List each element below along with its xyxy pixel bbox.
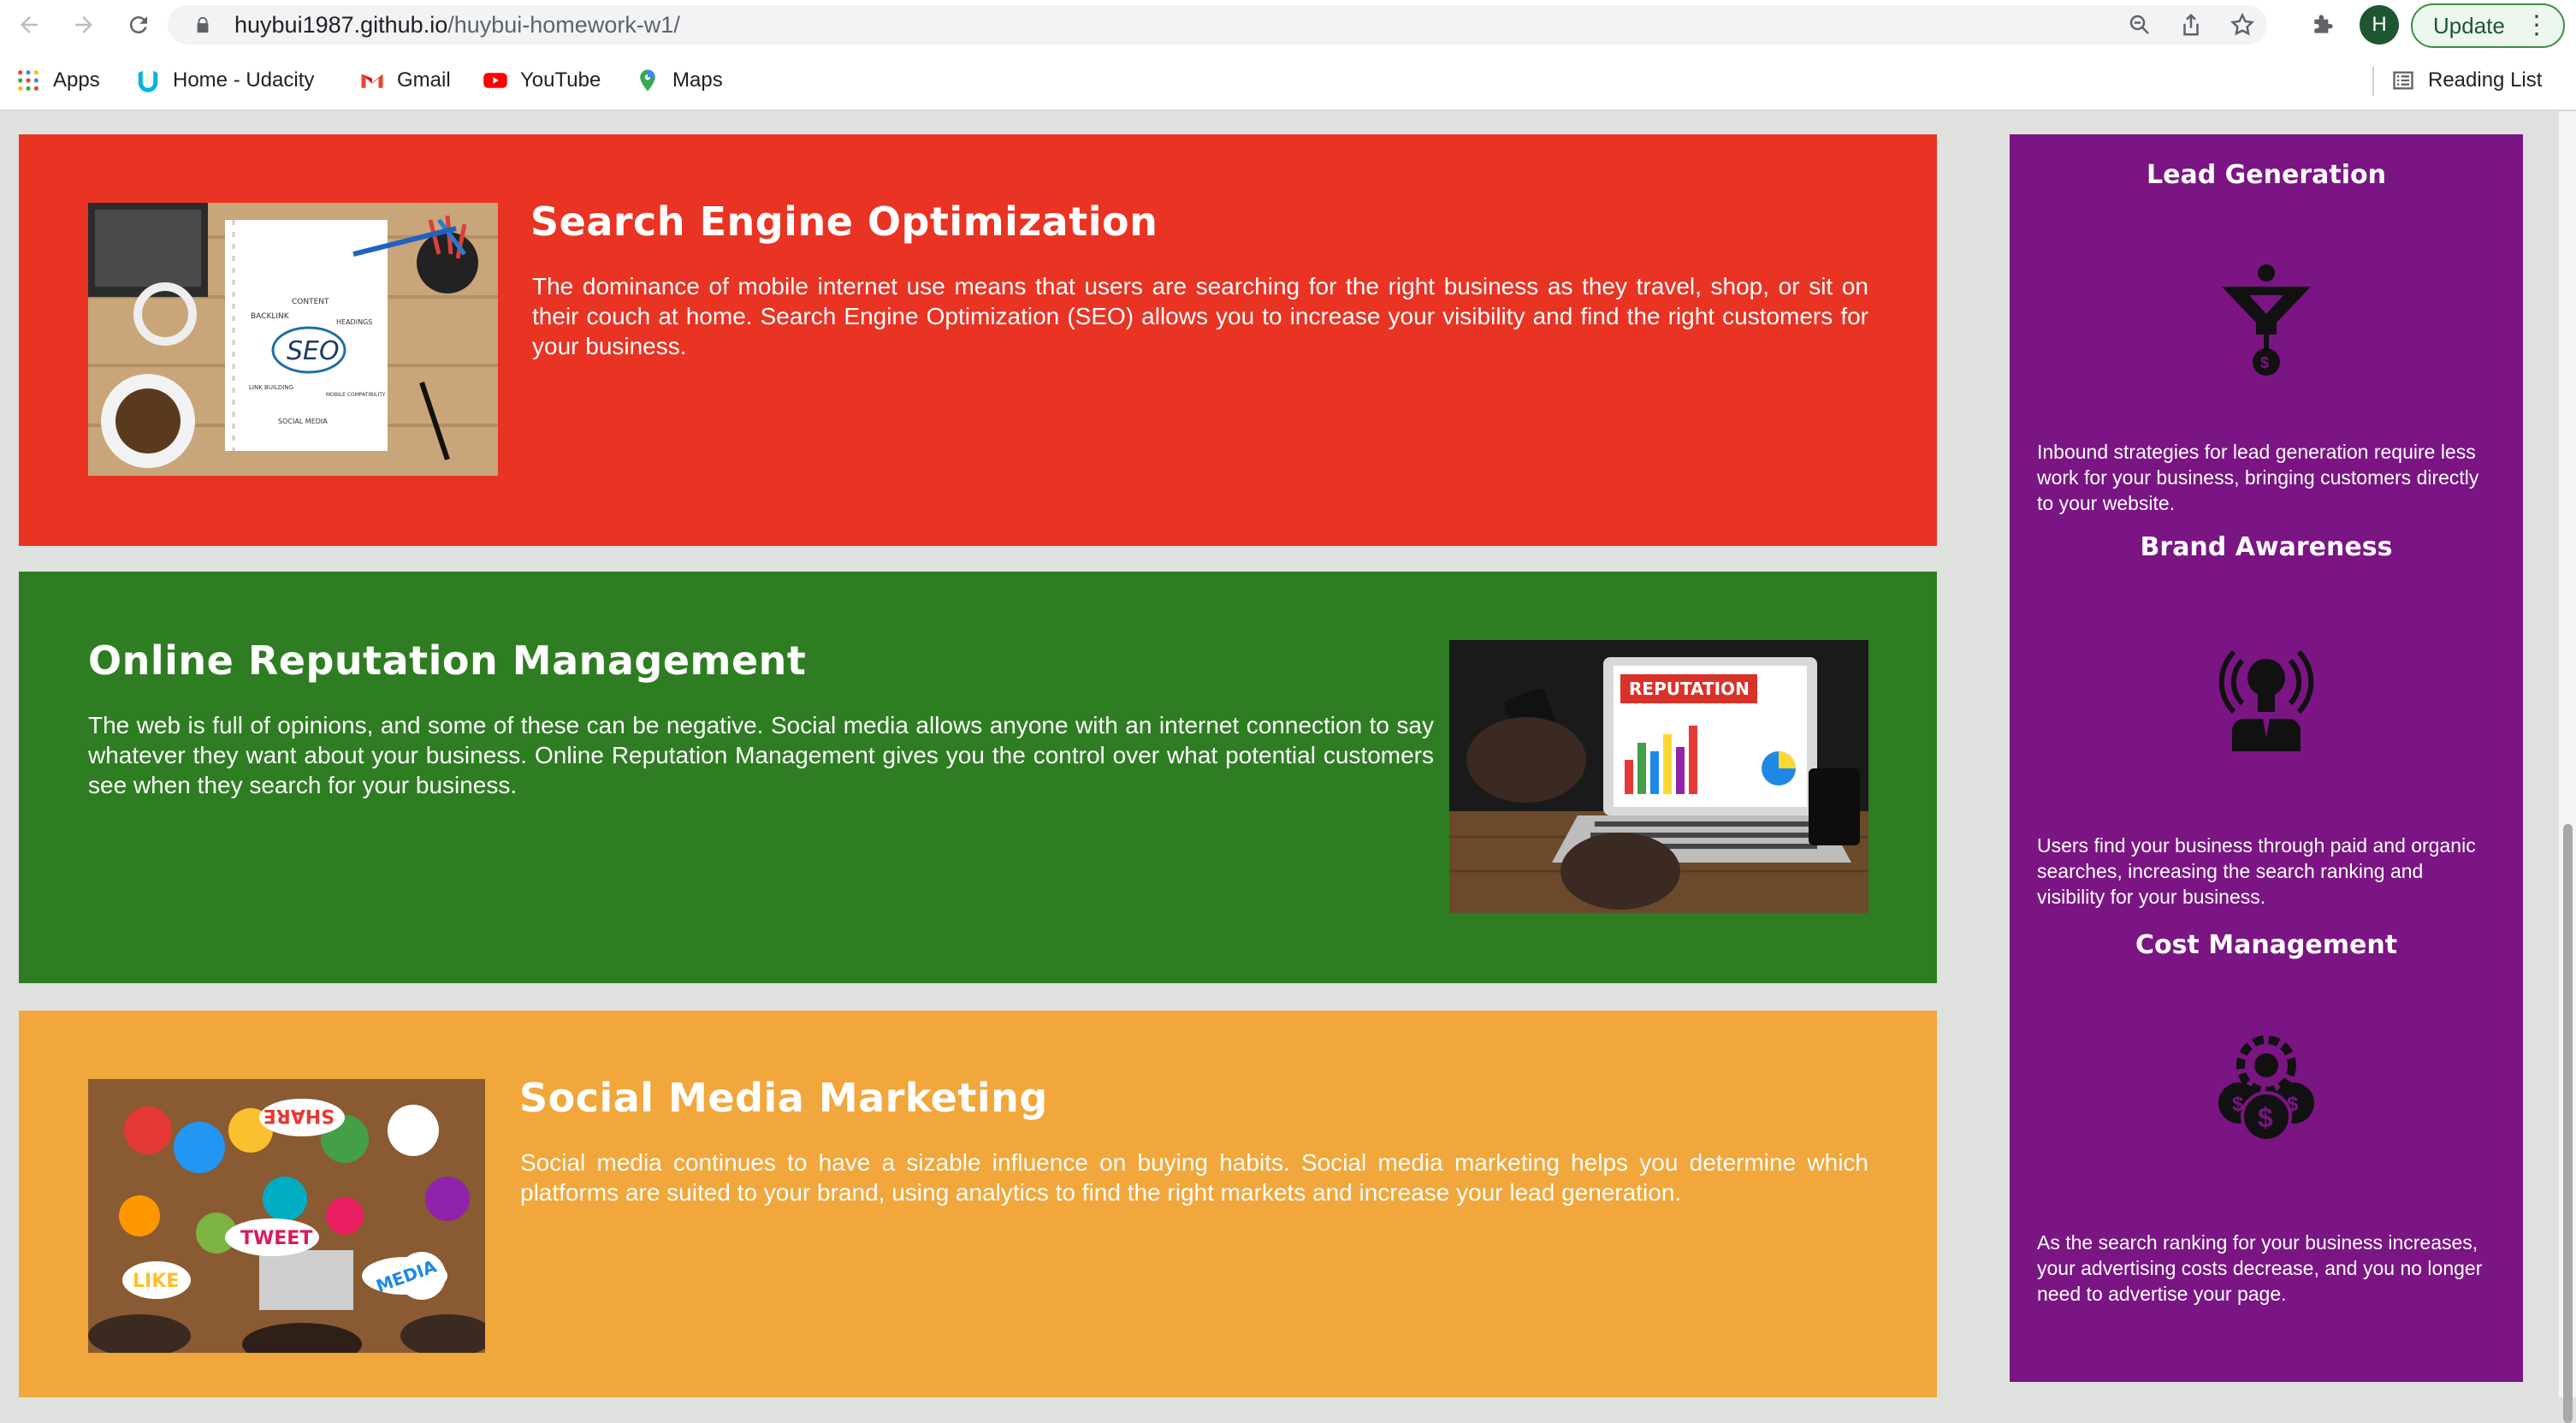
bookmark-apps[interactable]: Apps bbox=[15, 63, 100, 98]
svg-text:LINK BUILDING: LINK BUILDING bbox=[249, 384, 293, 391]
feature-text: As the search ranking for your business … bbox=[2037, 1231, 2483, 1305]
gmail-icon bbox=[359, 68, 385, 93]
address-bar[interactable]: huybui1987.github.io/huybui-homework-w1/ bbox=[168, 5, 2267, 44]
svg-text:HEADINGS: HEADINGS bbox=[336, 318, 372, 326]
apps-grid-icon bbox=[15, 68, 41, 93]
svg-text:CONTENT: CONTENT bbox=[292, 298, 329, 306]
section-social-media: SHARE TWEET LIKE MEDIA Social Media Mark… bbox=[19, 1011, 1937, 1397]
section-title: Search Engine Optimization bbox=[530, 199, 1158, 245]
browser-toolbar: huybui1987.github.io/huybui-homework-w1/… bbox=[0, 0, 2576, 50]
udacity-icon bbox=[135, 68, 161, 93]
profile-avatar[interactable]: H bbox=[2360, 5, 2399, 44]
zoom-icon[interactable] bbox=[2127, 12, 2153, 38]
feature-text: Users find your business through paid an… bbox=[2037, 834, 2476, 908]
bookmark-label: Gmail bbox=[397, 68, 451, 92]
bookmark-maps[interactable]: Maps bbox=[635, 63, 723, 98]
bookmark-gmail[interactable]: Gmail bbox=[359, 63, 451, 98]
update-button[interactable]: Update ⋮ bbox=[2411, 3, 2565, 48]
svg-text:MOBILE COMPATIBILITY: MOBILE COMPATIBILITY bbox=[326, 392, 386, 398]
reload-button[interactable] bbox=[118, 5, 159, 44]
puzzle-extensions-icon[interactable] bbox=[2310, 10, 2337, 38]
reading-list-label: Reading List bbox=[2428, 68, 2543, 92]
youtube-icon bbox=[483, 68, 508, 93]
svg-text:BACKLINK: BACKLINK bbox=[251, 312, 290, 321]
feature-title: Brand Awareness bbox=[2140, 532, 2393, 562]
share-icon[interactable] bbox=[2178, 12, 2204, 38]
social-media-photo: SHARE TWEET LIKE MEDIA bbox=[88, 1079, 485, 1353]
svg-text:$: $ bbox=[2287, 1093, 2299, 1116]
svg-text:LIKE: LIKE bbox=[133, 1271, 179, 1292]
reading-list-icon bbox=[2390, 68, 2416, 93]
seo-photo-label: SEO bbox=[287, 336, 340, 366]
bookmark-label: Home - Udacity bbox=[173, 68, 315, 92]
lightbulb-broadcast-icon bbox=[2218, 649, 2314, 751]
svg-text:SHARE: SHARE bbox=[264, 1105, 335, 1126]
bookmark-label: Maps bbox=[672, 68, 723, 92]
gear-dollar-icon: $ $ $ bbox=[2218, 1035, 2314, 1142]
lock-icon bbox=[197, 16, 209, 33]
svg-text:$: $ bbox=[2260, 354, 2269, 371]
bookmark-youtube[interactable]: YouTube bbox=[483, 63, 601, 98]
bookmark-star-icon[interactable] bbox=[2230, 12, 2255, 38]
benefits-sidebar: Lead Generation $ Inbound strategies for… bbox=[2010, 134, 2523, 1382]
section-text: Social media continues to have a sizable… bbox=[520, 1149, 1868, 1206]
reading-list-button[interactable]: Reading List bbox=[2390, 63, 2542, 98]
section-text: The dominance of mobile internet use mea… bbox=[532, 273, 1868, 359]
svg-text:$: $ bbox=[2258, 1102, 2273, 1133]
section-seo: SEO CONTENT BACKLINK HEADINGS LINK BUILD… bbox=[19, 134, 1937, 546]
reputation-photo: REPUTATION bbox=[1449, 640, 1868, 913]
bookmarks-divider bbox=[2372, 67, 2374, 96]
feature-title: Lead Generation bbox=[2147, 160, 2386, 190]
arrow-left-icon bbox=[21, 16, 38, 33]
section-text: The web is full of opinions, and some of… bbox=[88, 712, 1434, 798]
arrow-right-icon bbox=[75, 16, 92, 33]
bookmark-label: Apps bbox=[53, 68, 100, 92]
forward-button[interactable] bbox=[63, 5, 104, 44]
url-text: huybui1987.github.io/huybui-homework-w1/ bbox=[234, 12, 680, 38]
maps-icon bbox=[635, 68, 660, 93]
feature-title: Cost Management bbox=[2135, 930, 2398, 960]
reputation-photo-label: REPUTATION bbox=[1629, 679, 1750, 699]
reload-icon bbox=[129, 16, 147, 34]
svg-text:TWEET: TWEET bbox=[240, 1228, 312, 1249]
funnel-dollar-icon: $ bbox=[2222, 264, 2311, 376]
back-button[interactable] bbox=[9, 5, 50, 44]
more-vertical-icon: ⋮ bbox=[2524, 11, 2549, 39]
section-title: Social Media Marketing bbox=[519, 1075, 1048, 1121]
scrollbar-thumb[interactable] bbox=[2563, 824, 2573, 1423]
page-scrollbar[interactable] bbox=[2558, 111, 2576, 1423]
feature-text: Inbound strategies for lead generation r… bbox=[2037, 441, 2479, 514]
bookmark-label: YouTube bbox=[520, 68, 601, 92]
section-title: Online Reputation Management bbox=[88, 637, 807, 684]
svg-text:$: $ bbox=[2232, 1093, 2244, 1116]
svg-text:SOCIAL MEDIA: SOCIAL MEDIA bbox=[278, 418, 328, 425]
page-content: SEO CONTENT BACKLINK HEADINGS LINK BUILD… bbox=[0, 111, 2558, 1397]
section-reputation: Online Reputation Management The web is … bbox=[19, 572, 1937, 983]
bookmarks-bar: Apps Home - Udacity Gmail YouTube Maps R… bbox=[0, 50, 2576, 111]
bookmark-udacity[interactable]: Home - Udacity bbox=[135, 63, 314, 98]
seo-photo: SEO CONTENT BACKLINK HEADINGS LINK BUILD… bbox=[88, 203, 498, 476]
